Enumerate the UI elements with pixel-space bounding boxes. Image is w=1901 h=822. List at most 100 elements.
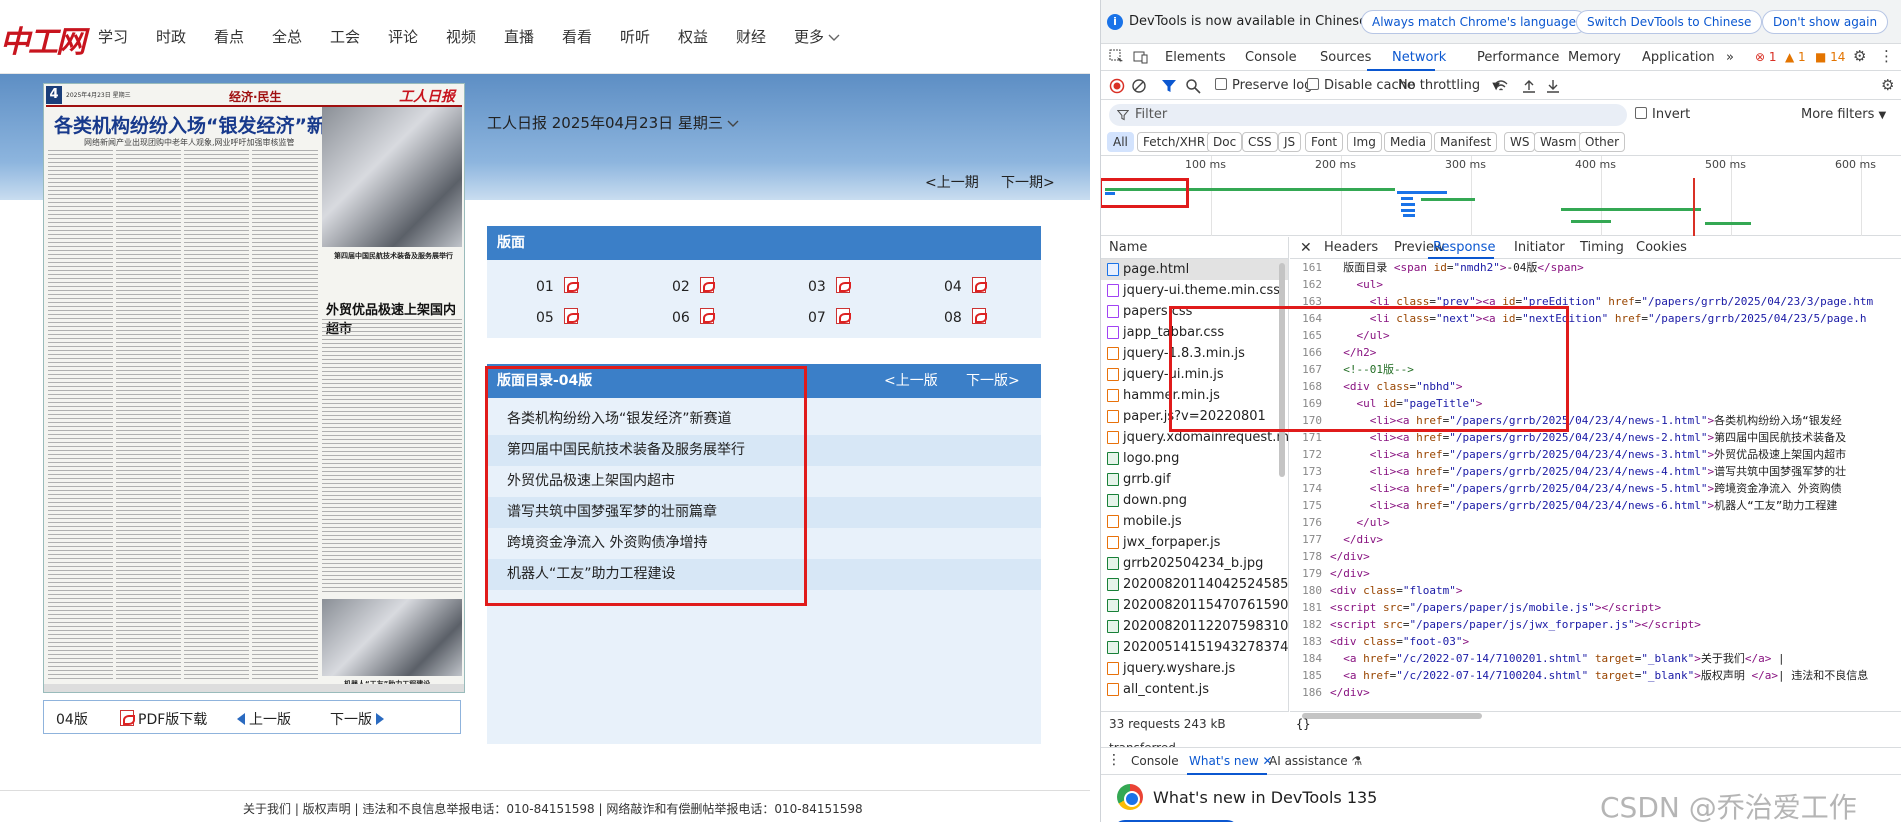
tab-timing[interactable]: Timing (1580, 240, 1624, 255)
request-row[interactable]: jquery-ui.theme.min.css (1101, 280, 1288, 301)
request-row[interactable]: grrb.gif (1101, 469, 1288, 490)
nav-item[interactable]: 全总 (272, 26, 302, 47)
pdf-icon[interactable] (971, 308, 987, 324)
edition-link-01[interactable]: 01 (536, 277, 579, 295)
tab-sources[interactable]: Sources (1320, 50, 1371, 65)
drawer-tab-ai-assistance[interactable]: AI assistance ⚗ (1269, 754, 1362, 768)
nav-item[interactable]: 视频 (446, 26, 476, 47)
newspaper-page-image[interactable]: 4 2025年4月23日 星期三 经济·民生 工人日报 各类机构纷纷入场“银发经… (43, 83, 465, 693)
request-row[interactable]: grrb202504234_b.jpg (1101, 553, 1288, 574)
filter-icon[interactable] (1161, 78, 1177, 94)
type-filter-all[interactable]: All (1107, 132, 1134, 152)
more-tabs-button[interactable]: » (1726, 50, 1734, 65)
tab-initiator[interactable]: Initiator (1514, 240, 1565, 255)
nav-item[interactable]: 时政 (156, 26, 186, 47)
type-filter-font[interactable]: Font (1305, 132, 1344, 152)
drawer-tab-whats-new[interactable]: What's new ✕ (1189, 754, 1273, 768)
dont-show-button[interactable]: Don't show again (1762, 10, 1889, 34)
nav-more[interactable]: 更多 (794, 26, 840, 47)
nav-item[interactable]: 直播 (504, 26, 534, 47)
next-issue-link[interactable]: 下一期> (1001, 172, 1055, 192)
filter-input[interactable]: Filter (1109, 104, 1627, 126)
request-row[interactable]: 202008201140425245852 7.j... (1101, 574, 1288, 595)
tab-headers[interactable]: Headers (1324, 240, 1378, 255)
pdf-icon[interactable] (699, 308, 715, 324)
request-row[interactable]: 202005141519432783744 17.j... (1101, 637, 1288, 658)
invert-checkbox[interactable]: Invert (1635, 107, 1690, 122)
issues-count[interactable]: ■ 14 (1815, 50, 1845, 64)
nav-item[interactable]: 工会 (330, 26, 360, 47)
request-row[interactable]: 202008201122075983106 20.j... (1101, 616, 1288, 637)
export-har-icon[interactable] (1545, 78, 1561, 94)
tab-performance[interactable]: Performance (1477, 50, 1559, 65)
switch-chinese-button[interactable]: Switch DevTools to Chinese (1576, 10, 1763, 34)
request-row[interactable]: page.html (1101, 259, 1288, 280)
import-har-icon[interactable] (1521, 78, 1537, 94)
device-toolbar-icon[interactable] (1133, 49, 1149, 65)
name-column-header[interactable]: Name (1101, 237, 1288, 259)
edition-link-08[interactable]: 08 (944, 308, 987, 326)
edition-link-06[interactable]: 06 (672, 308, 715, 326)
throttling-select[interactable]: No throttling ▼ (1398, 78, 1500, 93)
tab-application[interactable]: Application (1642, 50, 1715, 65)
timeline-overview[interactable]: 100 ms 200 ms 300 ms 400 ms 500 ms 600 m… (1101, 156, 1901, 236)
clear-icon[interactable] (1131, 78, 1147, 94)
more-filters-button[interactable]: More filters ▼ (1801, 107, 1886, 122)
pdf-icon[interactable] (835, 277, 851, 293)
nav-item[interactable]: 权益 (678, 26, 708, 47)
nav-item[interactable]: 评论 (388, 26, 418, 47)
nav-item[interactable]: 看点 (214, 26, 244, 47)
type-filter-xhr[interactable]: Fetch/XHR (1137, 132, 1212, 152)
request-row[interactable]: down.png (1101, 490, 1288, 511)
network-conditions-icon[interactable] (1493, 78, 1509, 94)
pdf-icon[interactable] (971, 277, 987, 293)
settings-gear-icon[interactable]: ⚙ (1853, 47, 1866, 65)
drawer-menu-icon[interactable]: ⋮ (1107, 752, 1121, 768)
search-icon[interactable] (1185, 78, 1201, 94)
request-row[interactable]: 20200820115470761590 99.... (1101, 595, 1288, 616)
preserve-log-checkbox[interactable]: Preserve log (1215, 78, 1312, 93)
request-row[interactable]: logo.png (1101, 448, 1288, 469)
nav-item[interactable]: 看看 (562, 26, 592, 47)
tab-console[interactable]: Console (1245, 50, 1297, 65)
pdf-icon[interactable] (563, 308, 579, 324)
type-filter-ws[interactable]: WS (1504, 132, 1536, 152)
type-filter-other[interactable]: Other (1579, 132, 1626, 152)
prev-edition-link[interactable]: 上一版 (237, 709, 291, 729)
type-filter-wasm[interactable]: Wasm (1534, 132, 1583, 152)
tab-response[interactable]: Response (1433, 240, 1495, 255)
issue-date-select[interactable]: 工人日报 2025年04月23日 星期三 (487, 112, 739, 133)
tab-cookies[interactable]: Cookies (1636, 240, 1687, 255)
type-filter-css[interactable]: CSS (1242, 132, 1278, 152)
pdf-icon[interactable] (835, 308, 851, 324)
request-row[interactable]: jquery.wyshare.js (1101, 658, 1288, 679)
error-count[interactable]: ⊗ 1 (1755, 50, 1777, 64)
edition-link-03[interactable]: 03 (808, 277, 851, 295)
pdf-download-link[interactable]: PDF版下载 (120, 709, 207, 729)
nav-item[interactable]: 财经 (736, 26, 766, 47)
close-details-icon[interactable]: ✕ (1300, 240, 1312, 256)
type-filter-img[interactable]: Img (1347, 132, 1382, 152)
type-filter-media[interactable]: Media (1384, 132, 1433, 152)
tab-elements[interactable]: Elements (1165, 50, 1226, 65)
type-filter-js[interactable]: JS (1278, 132, 1302, 152)
edition-link-05[interactable]: 05 (536, 308, 579, 326)
pretty-print-button[interactable]: {} (1290, 711, 1901, 735)
network-settings-gear-icon[interactable]: ⚙ (1881, 76, 1894, 94)
nav-item[interactable]: 听听 (620, 26, 650, 47)
edition-link-07[interactable]: 07 (808, 308, 851, 326)
request-row[interactable]: jwx_forpaper.js (1101, 532, 1288, 553)
request-row[interactable]: mobile.js (1101, 511, 1288, 532)
inspect-element-icon[interactable] (1109, 49, 1125, 65)
more-options-icon[interactable]: ⋮ (1879, 47, 1894, 65)
record-icon[interactable] (1109, 78, 1125, 94)
edition-link-04[interactable]: 04 (944, 277, 987, 295)
edition-link-02[interactable]: 02 (672, 277, 715, 295)
toc-prev-link[interactable]: <上一版 (884, 364, 938, 398)
match-language-button[interactable]: Always match Chrome's language (1361, 10, 1587, 34)
tab-network[interactable]: Network (1392, 50, 1446, 65)
next-edition-link[interactable]: 下一版 (330, 709, 384, 729)
pdf-icon[interactable] (563, 277, 579, 293)
tab-memory[interactable]: Memory (1568, 50, 1621, 65)
toc-next-link[interactable]: 下一版> (966, 364, 1020, 398)
